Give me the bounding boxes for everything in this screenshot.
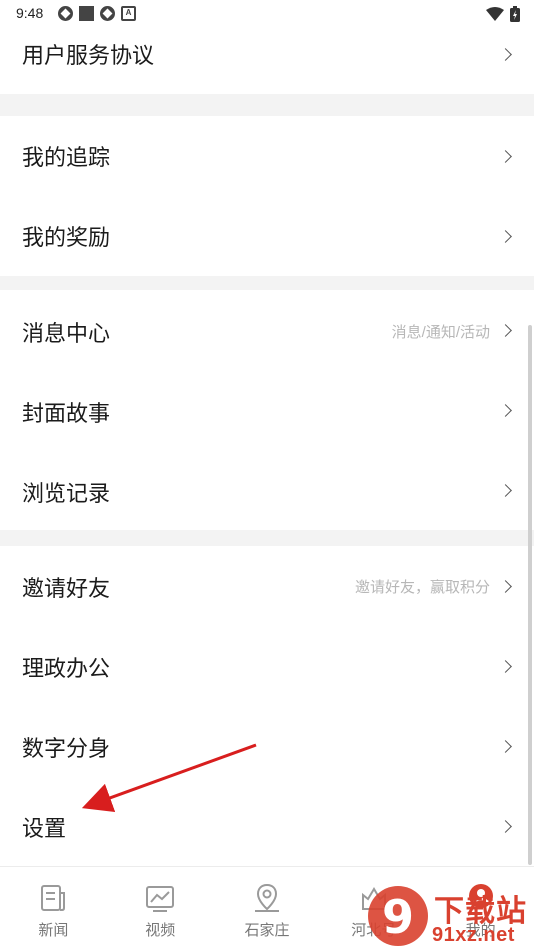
scrollbar[interactable] (528, 325, 532, 865)
tab-label: 新闻 (38, 922, 69, 939)
tab-video[interactable]: 视频 (107, 867, 214, 950)
tab-shijiazhuang[interactable]: 石家庄 (214, 867, 321, 950)
tab-label: 视频 (145, 922, 176, 939)
tab-news[interactable]: 新闻 (0, 867, 107, 950)
annotation-arrow-icon (81, 743, 257, 812)
location-icon (254, 883, 279, 912)
watermark-logo-text: 9 (382, 890, 414, 944)
watermark-url: 91xz.net (432, 924, 515, 946)
tab-label: 石家庄 (244, 922, 290, 939)
video-icon (146, 886, 175, 912)
news-icon (41, 885, 66, 911)
